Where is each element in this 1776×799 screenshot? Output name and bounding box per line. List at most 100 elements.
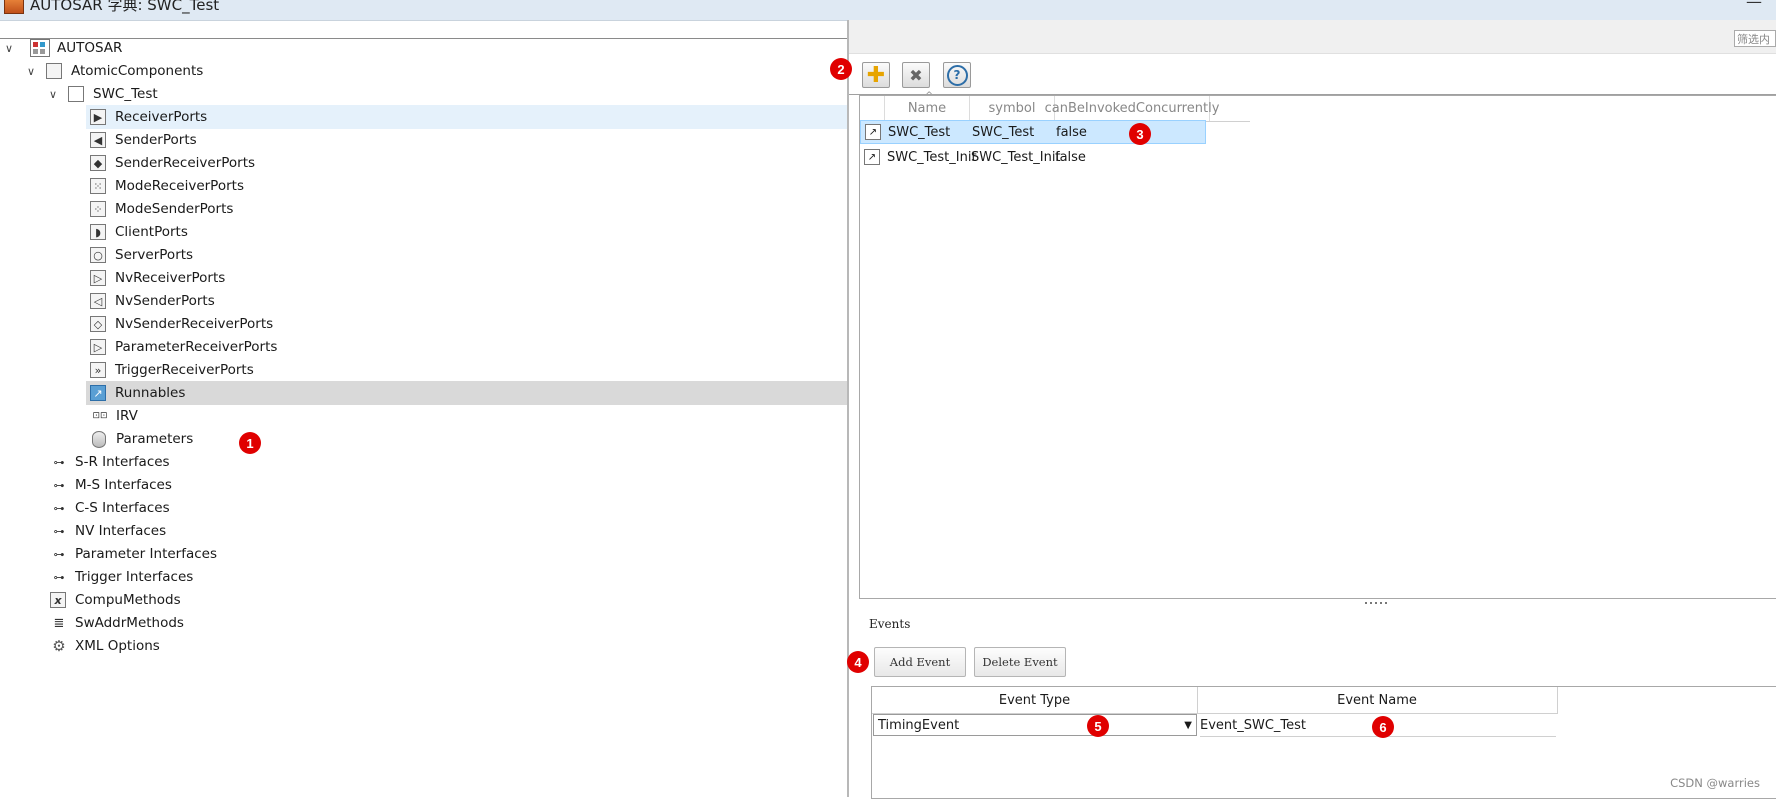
cell-name[interactable]: SWC_Test_Init [884, 145, 977, 169]
tree-item-label: ParameterReceiverPorts [115, 339, 278, 355]
column-header-event-type[interactable]: Event Type [872, 687, 1198, 714]
tree-pane: ∨ AUTOSAR ∨ AtomicComponents ∨ SWC_Test … [0, 36, 852, 798]
tree-item-nv-interfaces[interactable]: ⊶ NV Interfaces [44, 519, 854, 543]
interface-icon: ⊶ [53, 455, 65, 469]
detail-pane: 筛选内 ✚ ✖ ? ^ Name symbol canBeInvokedConc… [849, 20, 1776, 797]
tree-item-label: AUTOSAR [57, 40, 123, 56]
cell-name[interactable]: SWC_Test [885, 120, 969, 144]
runnables-table: ^ Name symbol canBeInvokedConcurrently ↗… [859, 91, 1776, 599]
minimize-button[interactable]: — [1746, 0, 1762, 11]
chevron-down-icon[interactable]: ∨ [2, 42, 16, 55]
column-header-concurrent[interactable]: canBeInvokedConcurrently [1045, 96, 1219, 121]
events-section-label: Events [869, 617, 911, 631]
tree-item-receiver-ports[interactable]: ▶ ReceiverPorts [86, 105, 852, 129]
tree-item-nv-receiver-ports[interactable]: ▷ NvReceiverPorts [86, 266, 852, 290]
filter-input[interactable]: 筛选内 [1734, 30, 1776, 47]
server-port-icon: ○ [90, 247, 106, 263]
tree-item-mode-sender-ports[interactable]: ⁘ ModeSenderPorts [86, 197, 852, 221]
sender-port-icon: ◀ [90, 132, 106, 148]
tree-item-trigger-receiver-ports[interactable]: » TriggerReceiverPorts [86, 358, 852, 382]
annotation-badge-5: 5 [1087, 715, 1109, 737]
tree-item-nv-sender-ports[interactable]: ◁ NvSenderPorts [86, 289, 852, 313]
tree-item-parameter-interfaces[interactable]: ⊶ Parameter Interfaces [44, 542, 854, 566]
annotation-badge-1: 1 [239, 432, 261, 454]
table-row[interactable]: ↗ SWC_Test SWC_Test false [860, 120, 1206, 144]
tree-item-label: ReceiverPorts [115, 109, 208, 125]
trigger-receiver-port-icon: » [90, 362, 106, 378]
annotation-badge-4: 4 [847, 651, 869, 673]
cell-symbol[interactable]: SWC_Test_Init [968, 145, 1061, 169]
tree-item-label: SenderReceiverPorts [115, 155, 256, 171]
column-header-symbol[interactable]: symbol [970, 96, 1055, 121]
runnables-toolbar: ✚ ✖ ? [849, 54, 1776, 95]
tree-item-label: ServerPorts [115, 247, 194, 263]
tree-item-label: CompuMethods [75, 592, 181, 608]
tree-item-label: Parameter Interfaces [75, 546, 218, 562]
tree-item-atomic-components[interactable]: ∨ AtomicComponents [0, 59, 872, 83]
runnable-icon: ↗ [865, 124, 881, 140]
tree-item-sender-receiver-ports[interactable]: ◆ SenderReceiverPorts [86, 151, 852, 175]
tree-item-sw-addr-methods[interactable]: ≣ SwAddrMethods [44, 611, 854, 635]
column-header-name[interactable]: ^ Name [885, 91, 970, 121]
folder-box-icon [46, 63, 62, 79]
dropdown-arrow-icon[interactable]: ▼ [1184, 720, 1192, 731]
event-type-value: TimingEvent [878, 717, 960, 733]
table-header: ^ Name symbol canBeInvokedConcurrently [860, 91, 1250, 122]
help-button[interactable]: ? [943, 62, 971, 88]
tree-item-sender-ports[interactable]: ◀ SenderPorts [86, 128, 852, 152]
table-row[interactable]: ↗ SWC_Test_Init SWC_Test_Init false [860, 145, 1250, 169]
watermark: CSDN @warries [1670, 776, 1760, 790]
tree-item-parameters[interactable]: Parameters [86, 427, 854, 451]
sender-receiver-port-icon: ◆ [90, 155, 106, 171]
compu-method-icon: x [50, 592, 66, 608]
event-type-select[interactable]: TimingEvent ▼ [873, 714, 1197, 736]
tree-item-parameter-receiver-ports[interactable]: ▷ ParameterReceiverPorts [86, 335, 852, 359]
gear-icon: ⚙ [52, 637, 66, 655]
add-event-button[interactable]: Add Event [874, 647, 966, 677]
tree-item-xml-options[interactable]: ⚙ XML Options [44, 634, 854, 658]
tree-item-label: NV Interfaces [75, 523, 167, 539]
nv-receiver-port-icon: ▷ [90, 270, 106, 286]
tree-item-label: ModeSenderPorts [115, 201, 234, 217]
tree-item-label: C-S Interfaces [75, 500, 170, 516]
tree-item-autosar[interactable]: ∨ AUTOSAR [0, 36, 850, 60]
cell-concurrent[interactable]: false [1052, 145, 1202, 169]
autosar-grid-icon [30, 39, 50, 57]
cell-concurrent[interactable]: false [1053, 120, 1203, 144]
tree-item-ms-interfaces[interactable]: ⊶ M-S Interfaces [44, 473, 854, 497]
sw-addr-method-icon: ≣ [53, 615, 65, 631]
annotation-badge-6: 6 [1372, 716, 1394, 738]
header-spacer [860, 96, 885, 121]
tree-item-label: ClientPorts [115, 224, 188, 240]
add-runnable-button[interactable]: ✚ [862, 62, 890, 88]
chevron-down-icon[interactable]: ∨ [46, 88, 60, 101]
tree-item-label: SenderPorts [115, 132, 197, 148]
tree-item-label: SWC_Test [93, 86, 158, 102]
delete-runnable-button[interactable]: ✖ [902, 62, 930, 88]
chevron-down-icon[interactable]: ∨ [24, 65, 38, 78]
column-header-event-name[interactable]: Event Name [1197, 687, 1558, 714]
tree-item-compu-methods[interactable]: x CompuMethods [44, 588, 854, 612]
tree-item-cs-interfaces[interactable]: ⊶ C-S Interfaces [44, 496, 854, 520]
tree-item-irv[interactable]: ⊡⊡ IRV [86, 404, 852, 428]
row-icon-cell: ↗ [861, 120, 885, 144]
tree-item-runnables[interactable]: ↗ Runnables [86, 381, 852, 405]
tree-item-trigger-interfaces[interactable]: ⊶ Trigger Interfaces [44, 565, 854, 589]
tree-item-label: ModeReceiverPorts [115, 178, 244, 194]
tree-item-swc-test[interactable]: ∨ SWC_Test [0, 82, 894, 106]
tree-item-mode-receiver-ports[interactable]: ⁙ ModeReceiverPorts [86, 174, 852, 198]
filter-bar: 筛选内 [849, 20, 1776, 54]
title-bar: AUTOSAR 字典: SWC_Test — [0, 0, 1776, 21]
annotation-badge-3: 3 [1129, 123, 1151, 145]
window-title: AUTOSAR 字典: SWC_Test [30, 0, 220, 14]
tree-item-sr-interfaces[interactable]: ⊶ S-R Interfaces [44, 450, 854, 474]
delete-event-button[interactable]: Delete Event [974, 647, 1066, 677]
tree-item-server-ports[interactable]: ○ ServerPorts [86, 243, 852, 267]
cell-symbol[interactable]: SWC_Test [969, 120, 1053, 144]
horizontal-splitter-grip-icon[interactable] [1365, 602, 1389, 604]
tree-item-client-ports[interactable]: ◗ ClientPorts [86, 220, 852, 244]
help-icon: ? [946, 64, 968, 86]
sort-ascending-icon: ^ [925, 91, 933, 101]
row-icon-cell: ↗ [860, 145, 884, 169]
tree-item-nv-sender-receiver-ports[interactable]: ◇ NvSenderReceiverPorts [86, 312, 852, 336]
